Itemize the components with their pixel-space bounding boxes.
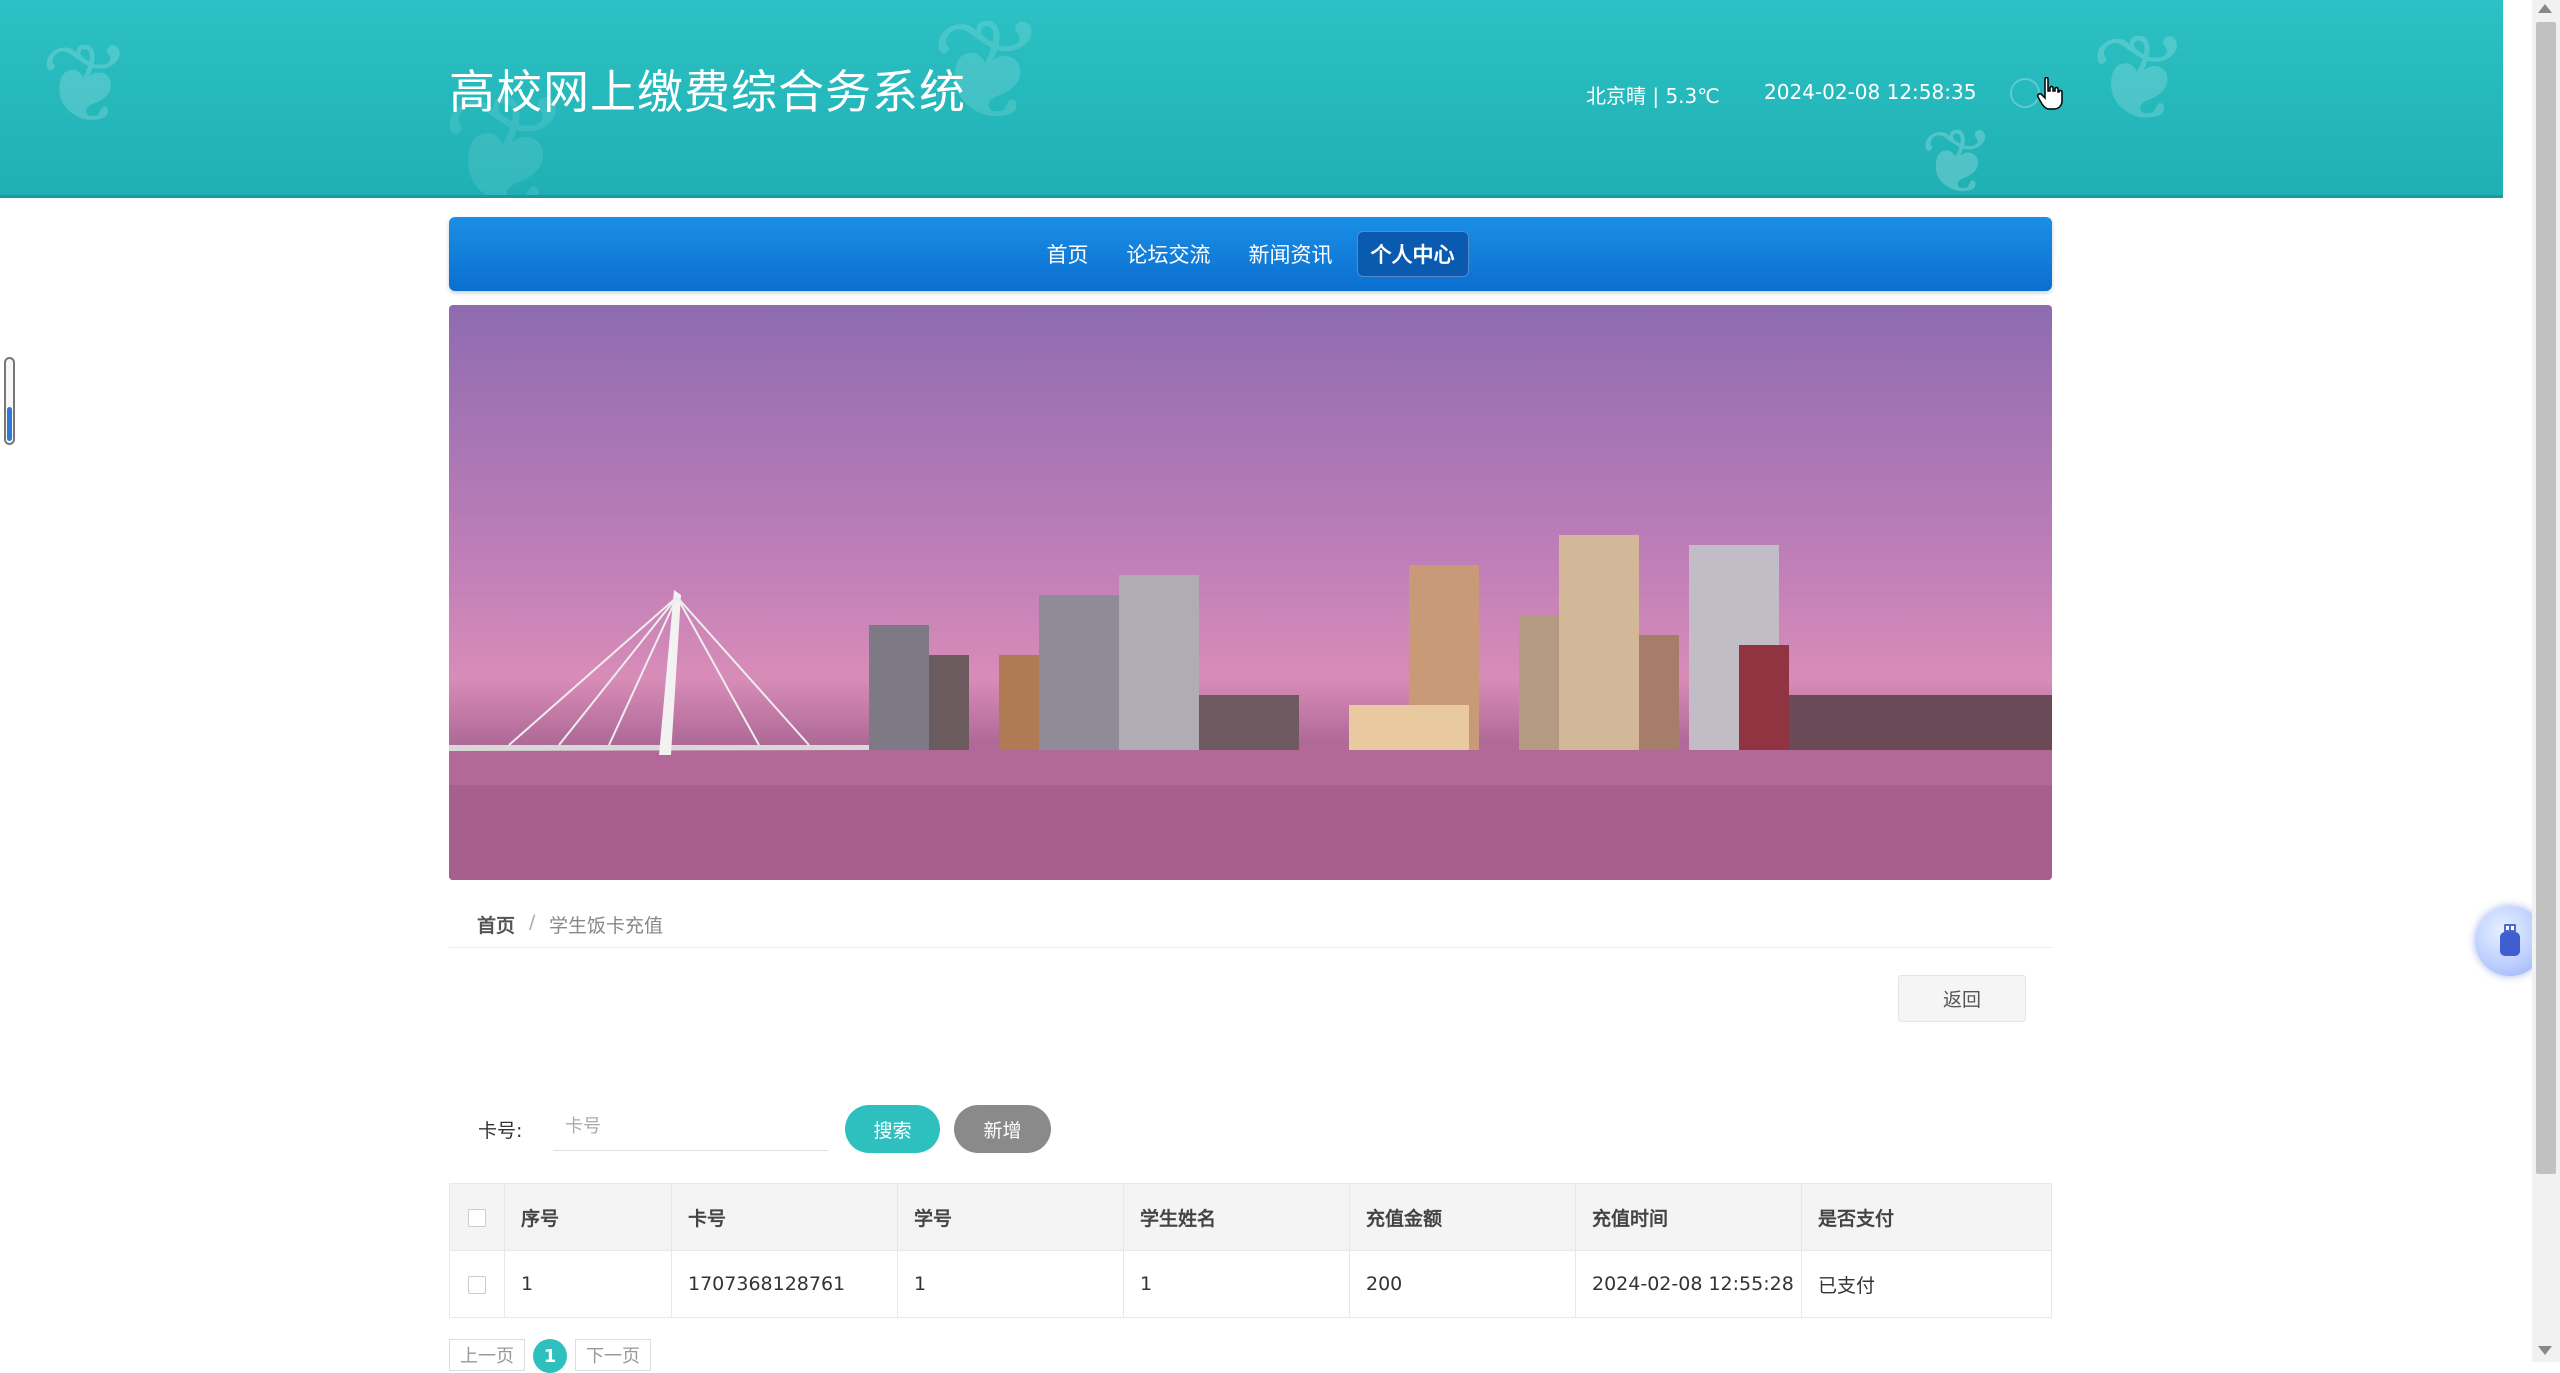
site-header: ❦ ❦ ❦ ❦ ❦ 高校网上缴费综合务系统 北京晴 | 5.3℃ 2024-02… bbox=[0, 0, 2503, 198]
hand-cursor-icon bbox=[2037, 77, 2063, 110]
prev-page-button[interactable]: 上一页 bbox=[449, 1339, 525, 1371]
add-button[interactable]: 新增 bbox=[954, 1105, 1051, 1153]
row-select-cell bbox=[449, 1250, 505, 1318]
card-number-search-input[interactable] bbox=[553, 1103, 828, 1151]
current-page[interactable]: 1 bbox=[533, 1339, 567, 1373]
back-button[interactable]: 返回 bbox=[1898, 975, 2026, 1022]
cell-student-id: 1 bbox=[897, 1250, 1124, 1318]
current-datetime: 2024-02-08 12:58:35 bbox=[1764, 80, 1977, 104]
breadcrumb: 首页 / 学生饭卡充值 bbox=[449, 905, 2052, 948]
breadcrumb-current: 学生饭卡充值 bbox=[549, 915, 664, 937]
scroll-up-arrow-icon[interactable] bbox=[2538, 4, 2552, 13]
site-title: 高校网上缴费综合务系统 bbox=[449, 65, 966, 119]
table-row[interactable]: 1 1707368128761 1 1 200 2024-02-08 12:55… bbox=[449, 1250, 2052, 1318]
recharge-table: 序号 卡号 学号 学生姓名 充值金额 充值时间 是否支付 1 170736812… bbox=[449, 1183, 2052, 1318]
butterfly-decoration-icon: ❦ bbox=[1920, 110, 1996, 198]
column-header[interactable]: 充值时间 bbox=[1575, 1183, 1802, 1251]
butterfly-decoration-icon: ❦ bbox=[40, 20, 133, 148]
scroll-down-arrow-icon[interactable] bbox=[2538, 1346, 2552, 1355]
search-button[interactable]: 搜索 bbox=[845, 1105, 940, 1153]
usb-icon bbox=[2500, 924, 2520, 956]
cell-recharge-time: 2024-02-08 12:55:28 bbox=[1575, 1250, 1802, 1318]
user-icon[interactable] bbox=[2010, 78, 2040, 108]
butterfly-decoration-icon: ❦ bbox=[2090, 10, 2191, 149]
column-header[interactable]: 序号 bbox=[504, 1183, 672, 1251]
next-page-button[interactable]: 下一页 bbox=[575, 1339, 651, 1371]
breadcrumb-separator: / bbox=[529, 911, 536, 933]
column-header[interactable]: 学号 bbox=[897, 1183, 1124, 1251]
cell-student-name: 1 bbox=[1123, 1250, 1350, 1318]
column-header[interactable]: 充值金额 bbox=[1349, 1183, 1576, 1251]
cell-payment-status: 已支付 bbox=[1801, 1250, 2052, 1318]
banner-image bbox=[449, 305, 2052, 880]
weather-info: 北京晴 | 5.3℃ bbox=[1586, 84, 1720, 108]
side-slider-handle[interactable] bbox=[4, 357, 15, 445]
nav-item-news[interactable]: 新闻资讯 bbox=[1235, 231, 1347, 277]
card-number-label: 卡号: bbox=[478, 1120, 523, 1142]
city-skyline-illustration bbox=[449, 535, 2052, 880]
nav-item-forum[interactable]: 论坛交流 bbox=[1113, 231, 1225, 277]
select-all-cell bbox=[449, 1183, 505, 1251]
cell-amount: 200 bbox=[1349, 1250, 1576, 1318]
nav-item-home[interactable]: 首页 bbox=[1033, 231, 1103, 277]
nav-item-personal-center[interactable]: 个人中心 bbox=[1356, 231, 1469, 277]
table-header-row: 序号 卡号 学号 学生姓名 充值金额 充值时间 是否支付 bbox=[449, 1183, 2052, 1251]
column-header[interactable]: 卡号 bbox=[671, 1183, 898, 1251]
select-all-checkbox[interactable] bbox=[468, 1208, 486, 1227]
cell-card-number: 1707368128761 bbox=[671, 1250, 898, 1318]
row-checkbox[interactable] bbox=[468, 1275, 486, 1294]
column-header[interactable]: 学生姓名 bbox=[1123, 1183, 1350, 1251]
scrollbar-thumb[interactable] bbox=[2536, 22, 2556, 1174]
column-header[interactable]: 是否支付 bbox=[1801, 1183, 2052, 1251]
pagination: 上一页 1 下一页 bbox=[449, 1339, 651, 1373]
cell-index: 1 bbox=[504, 1250, 672, 1318]
breadcrumb-home[interactable]: 首页 bbox=[477, 911, 515, 938]
main-nav: 首页 论坛交流 新闻资讯 个人中心 bbox=[449, 217, 2052, 291]
